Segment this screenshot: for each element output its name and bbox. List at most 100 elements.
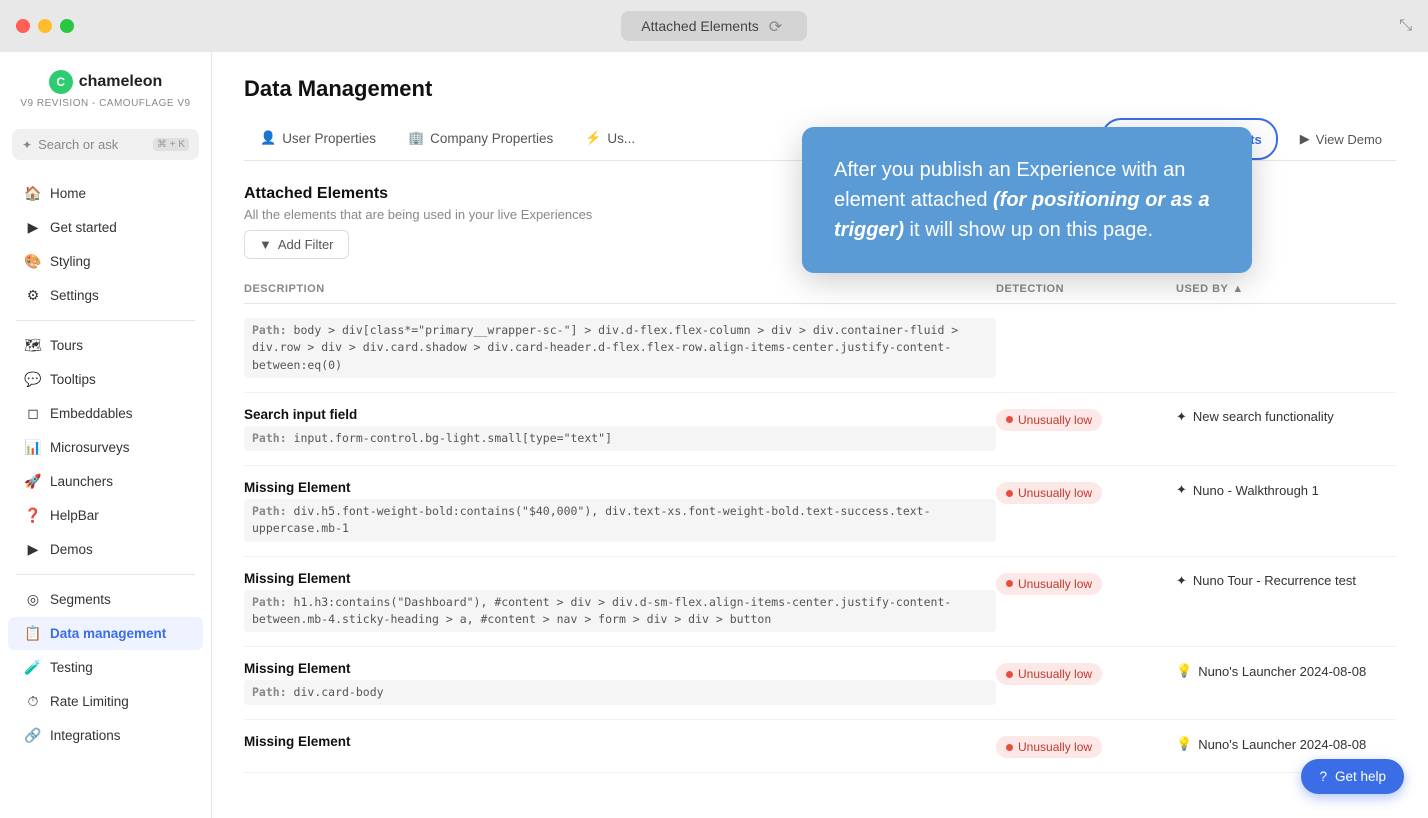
col-used-by: USED BY ▲ xyxy=(1176,283,1396,295)
microsurveys-icon: 📊 xyxy=(24,439,42,456)
sidebar-item-segments[interactable]: ◎ Segments xyxy=(8,583,203,616)
cell-description-6: Missing Element xyxy=(244,734,996,753)
row-title-2: Search input field xyxy=(244,407,996,422)
used-by-label-5: Nuno's Launcher 2024-08-08 xyxy=(1198,664,1366,679)
add-filter-button[interactable]: ▼ Add Filter xyxy=(244,230,349,259)
get-started-icon: ▶ xyxy=(24,219,42,236)
cell-detection-4: Unusually low xyxy=(996,571,1176,595)
testing-icon: 🧪 xyxy=(24,659,42,676)
badge-dot-3 xyxy=(1006,490,1013,497)
tooltip-text-after: it will show up on this page. xyxy=(904,219,1153,241)
sidebar-item-testing[interactable]: 🧪 Testing xyxy=(8,651,203,684)
sidebar-item-embeddables[interactable]: ◻ Embeddables xyxy=(8,397,203,430)
detection-badge-4: Unusually low xyxy=(996,573,1102,595)
brand-name: chameleon xyxy=(79,73,163,91)
tours-icon: 🗺 xyxy=(24,337,42,354)
brand-revision: V9 REVISION - CAMOUFLAGE V9 xyxy=(20,98,190,109)
tab-user-properties[interactable]: 👤 User Properties xyxy=(244,120,392,158)
cell-description-2: Search input field Path: input.form-cont… xyxy=(244,407,996,451)
nav-divider-2 xyxy=(16,574,195,575)
used-by-icon-2: ✦ xyxy=(1176,409,1187,425)
sidebar-item-microsurveys[interactable]: 📊 Microsurveys xyxy=(8,431,203,464)
sidebar-item-tooltips[interactable]: 💬 Tooltips xyxy=(8,363,203,396)
search-shortcut: ⌘ + K xyxy=(153,138,189,151)
user-events-tab-icon: ⚡ xyxy=(585,130,601,146)
main-layout: C chameleon V9 REVISION - CAMOUFLAGE V9 … xyxy=(0,52,1428,818)
title-bar: Attached Elements ⟳ ⤡ xyxy=(0,0,1428,52)
sidebar-item-demos[interactable]: ▶ Demos xyxy=(8,533,203,566)
used-by-label-6: Nuno's Launcher 2024-08-08 xyxy=(1198,737,1366,752)
search-bar[interactable]: ✦ Search or ask ⌘ + K xyxy=(12,129,199,160)
view-demo-button[interactable]: ▶ View Demo xyxy=(1286,123,1396,155)
close-button[interactable] xyxy=(16,19,30,33)
table-row: Missing Element Path: h1.h3:contains("Da… xyxy=(244,557,1396,648)
sidebar-item-get-started[interactable]: ▶ Get started xyxy=(8,211,203,244)
path-value-5: Path: div.card-body xyxy=(244,680,996,705)
nav-label-microsurveys: Microsurveys xyxy=(50,440,130,455)
styling-icon: 🎨 xyxy=(24,253,42,270)
nav-label-helpbar: HelpBar xyxy=(50,508,99,523)
view-demo-label: View Demo xyxy=(1316,132,1382,147)
table-header: DESCRIPTION DETECTION USED BY ▲ xyxy=(244,275,1396,304)
cell-used-by-2: ✦ New search functionality xyxy=(1176,407,1396,425)
sidebar-item-integrations[interactable]: 🔗 Integrations xyxy=(8,719,203,752)
badge-dot-4 xyxy=(1006,580,1013,587)
sidebar-item-tours[interactable]: 🗺 Tours xyxy=(8,329,203,362)
minimize-button[interactable] xyxy=(38,19,52,33)
cell-used-by-5: 💡 Nuno's Launcher 2024-08-08 xyxy=(1176,661,1396,679)
page-title-bar: Attached Elements xyxy=(641,18,759,34)
get-help-button[interactable]: ? Get help xyxy=(1301,759,1404,794)
col-description: DESCRIPTION xyxy=(244,283,996,295)
maximize-button[interactable] xyxy=(60,19,74,33)
refresh-icon[interactable]: ⟳ xyxy=(769,17,787,35)
detection-badge-6: Unusually low xyxy=(996,736,1102,758)
address-bar[interactable]: Attached Elements ⟳ xyxy=(621,11,807,41)
add-filter-label: Add Filter xyxy=(278,237,334,252)
sidebar-item-data-management[interactable]: 📋 Data management xyxy=(8,617,203,650)
launchers-icon: 🚀 xyxy=(24,473,42,490)
sidebar-item-home[interactable]: 🏠 Home xyxy=(8,177,203,210)
used-by-item-6: 💡 Nuno's Launcher 2024-08-08 xyxy=(1176,736,1396,752)
nav-label-demos: Demos xyxy=(50,542,93,557)
demos-icon: ▶ xyxy=(24,541,42,558)
table-row: Missing Element Path: div.h5.font-weight… xyxy=(244,466,1396,557)
sidebar-item-rate-limiting[interactable]: ⏱ Rate Limiting xyxy=(8,685,203,718)
helpbar-icon: ❓ xyxy=(24,507,42,524)
sidebar-item-styling[interactable]: 🎨 Styling xyxy=(8,245,203,278)
used-by-item-3: ✦ Nuno - Walkthrough 1 xyxy=(1176,482,1396,498)
embeddables-icon: ◻ xyxy=(24,405,42,422)
tab-user-events-label: Us... xyxy=(607,131,635,146)
cell-detection-3: Unusually low xyxy=(996,480,1176,504)
table-row: Search input field Path: input.form-cont… xyxy=(244,393,1396,466)
path-value-4: Path: h1.h3:contains("Dashboard"), #cont… xyxy=(244,590,996,633)
search-placeholder: Search or ask xyxy=(38,137,147,152)
tab-user-events[interactable]: ⚡ Us... xyxy=(569,120,651,158)
expand-icon[interactable]: ⤡ xyxy=(1399,17,1412,35)
settings-icon: ⚙ xyxy=(24,287,42,304)
used-by-icon-4: ✦ xyxy=(1176,573,1187,589)
used-by-icon-6: 💡 xyxy=(1176,736,1192,752)
sort-icon[interactable]: ▲ xyxy=(1232,283,1243,295)
brand-area: C chameleon V9 REVISION - CAMOUFLAGE V9 xyxy=(0,52,211,121)
tooltip-popup: After you publish an Experience with an … xyxy=(802,127,1252,273)
detection-badge-5: Unusually low xyxy=(996,663,1102,685)
cell-used-by-1 xyxy=(1176,318,1396,320)
tooltip-text: After you publish an Experience with an … xyxy=(834,155,1220,245)
user-properties-tab-icon: 👤 xyxy=(260,130,276,146)
sidebar-item-settings[interactable]: ⚙ Settings xyxy=(8,279,203,312)
nav-label-integrations: Integrations xyxy=(50,728,121,743)
traffic-lights xyxy=(16,19,74,33)
sidebar-item-helpbar[interactable]: ❓ HelpBar xyxy=(8,499,203,532)
nav-divider-1 xyxy=(16,320,195,321)
used-by-item-5: 💡 Nuno's Launcher 2024-08-08 xyxy=(1176,663,1396,679)
nav-label-settings: Settings xyxy=(50,288,99,303)
sidebar-item-launchers[interactable]: 🚀 Launchers xyxy=(8,465,203,498)
path-value-2: Path: input.form-control.bg-light.small[… xyxy=(244,426,996,451)
row-title-5: Missing Element xyxy=(244,661,996,676)
badge-label-4: Unusually low xyxy=(1018,577,1092,591)
tab-company-properties[interactable]: 🏢 Company Properties xyxy=(392,120,569,158)
table-row: Missing Element Path: div.card-body Unus… xyxy=(244,647,1396,720)
cell-used-by-4: ✦ Nuno Tour - Recurrence test xyxy=(1176,571,1396,589)
nav-label-segments: Segments xyxy=(50,592,111,607)
table-row: Missing Element Unusually low 💡 Nuno's L… xyxy=(244,720,1396,773)
